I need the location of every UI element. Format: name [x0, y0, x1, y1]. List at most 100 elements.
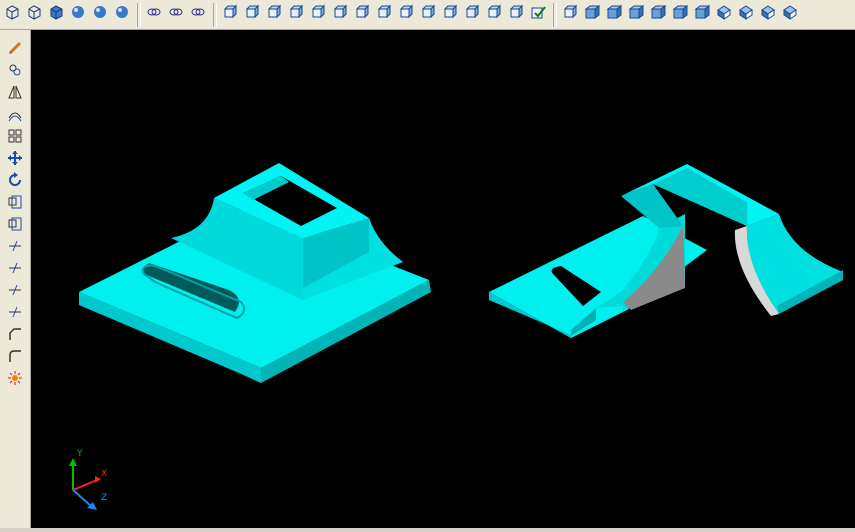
ucs-y-label: Y [76, 449, 83, 459]
move-face-button[interactable] [242, 2, 262, 22]
rotate-button[interactable] [5, 170, 25, 190]
offset-face-icon [267, 4, 282, 19]
copy-edge-button[interactable] [396, 2, 416, 22]
scale-button[interactable] [5, 192, 25, 212]
fillet-button[interactable] [5, 346, 25, 366]
se-iso-button[interactable] [736, 2, 756, 22]
extrude-face-icon [223, 4, 238, 19]
imprint-button[interactable] [440, 2, 460, 22]
front-view-button[interactable] [670, 2, 690, 22]
rotate-face-icon [311, 4, 326, 19]
drawing-viewport[interactable]: Y X Z [31, 30, 855, 528]
gouraud-button[interactable] [90, 2, 110, 22]
extend-button[interactable] [5, 258, 25, 278]
rotate-icon [9, 172, 21, 186]
union-icon [147, 8, 161, 16]
copy-button[interactable] [5, 60, 25, 80]
ne-iso-icon [761, 5, 775, 20]
erase-button[interactable] [5, 38, 25, 58]
move-button[interactable] [5, 148, 25, 168]
shell-icon [509, 4, 524, 19]
break-button[interactable] [5, 302, 25, 322]
subtract-button[interactable] [166, 2, 186, 22]
array-icon [8, 129, 22, 143]
check-button[interactable] [528, 2, 548, 22]
intersect-icon [191, 8, 205, 16]
nw-iso-icon [783, 5, 797, 20]
color-face-button[interactable] [374, 2, 394, 22]
top-toolbar [0, 0, 855, 30]
separate-button[interactable] [484, 2, 504, 22]
toolbar-separator [553, 3, 557, 27]
clean-icon [465, 4, 480, 19]
left-view-button[interactable] [626, 2, 646, 22]
break-at-point-icon [9, 284, 21, 296]
bottom-view-button[interactable] [604, 2, 624, 22]
offset-icon [8, 112, 22, 122]
delete-face-button[interactable] [286, 2, 306, 22]
ucs-x-label: X [101, 469, 107, 479]
solid-bracket-full[interactable] [79, 163, 431, 383]
chamfer-button[interactable] [5, 324, 25, 344]
rotate-face-button[interactable] [308, 2, 328, 22]
wireframe-3d-button[interactable] [24, 2, 44, 22]
taper-face-button[interactable] [330, 2, 350, 22]
wireframe-2d-icon [6, 5, 19, 20]
break-at-point-button[interactable] [5, 280, 25, 300]
trim-button[interactable] [5, 236, 25, 256]
offset-face-button[interactable] [264, 2, 284, 22]
modify-toolbar [0, 30, 31, 528]
top-view-button[interactable] [582, 2, 602, 22]
flat-shaded-button[interactable] [68, 2, 88, 22]
erase-icon [8, 41, 22, 55]
sw-iso-button[interactable] [714, 2, 734, 22]
nw-iso-button[interactable] [780, 2, 800, 22]
check-icon [531, 6, 546, 19]
gouraud-edges-button[interactable] [112, 2, 132, 22]
flat-shaded-icon [72, 6, 84, 18]
named-views-button[interactable] [560, 2, 580, 22]
color-face-icon [377, 4, 392, 19]
hidden-icon [50, 5, 63, 20]
hidden-button[interactable] [46, 2, 66, 22]
gouraud-edges-icon [116, 6, 128, 18]
ne-iso-button[interactable] [758, 2, 778, 22]
ucs-z-label: Z [101, 493, 107, 503]
se-iso-icon [739, 5, 753, 20]
taper-face-icon [333, 4, 348, 19]
right-view-icon [650, 5, 666, 19]
wireframe-3d-icon [28, 5, 41, 20]
mirror-button[interactable] [5, 82, 25, 102]
color-edge-icon [421, 4, 436, 19]
copy-edge-icon [399, 4, 414, 19]
separate-icon [487, 4, 502, 19]
back-view-button[interactable] [692, 2, 712, 22]
solid-bracket-section[interactable] [489, 164, 843, 338]
back-view-icon [694, 5, 710, 19]
color-edge-button[interactable] [418, 2, 438, 22]
offset-button[interactable] [5, 104, 25, 124]
copy-face-icon [355, 4, 370, 19]
array-button[interactable] [5, 126, 25, 146]
union-button[interactable] [144, 2, 164, 22]
move-face-icon [245, 4, 260, 19]
subtract-icon [169, 8, 183, 16]
explode-button[interactable] [5, 368, 25, 388]
copy-face-button[interactable] [352, 2, 372, 22]
toolbar-separator [213, 3, 217, 27]
top-view-icon [584, 5, 600, 19]
stretch-button[interactable] [5, 214, 25, 234]
mirror-icon [8, 85, 22, 99]
intersect-button[interactable] [188, 2, 208, 22]
named-views-icon [563, 4, 578, 19]
shell-button[interactable] [506, 2, 526, 22]
front-view-icon [672, 5, 688, 19]
stretch-icon [8, 217, 22, 231]
sw-iso-icon [717, 5, 731, 20]
wireframe-2d-button[interactable] [2, 2, 22, 22]
extrude-face-button[interactable] [220, 2, 240, 22]
break-icon [9, 306, 21, 318]
delete-face-icon [289, 4, 304, 19]
clean-button[interactable] [462, 2, 482, 22]
right-view-button[interactable] [648, 2, 668, 22]
